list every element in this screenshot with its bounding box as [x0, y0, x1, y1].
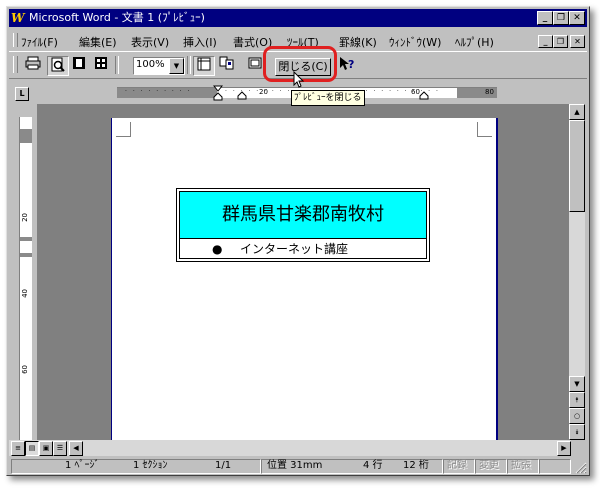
toolbar-separator	[115, 56, 119, 74]
zoom-value: 100%	[136, 59, 165, 70]
scroll-up-button[interactable]: ▲	[569, 104, 585, 120]
resize-grip-icon[interactable]	[573, 460, 587, 474]
vruler-label-40: 40	[21, 289, 29, 298]
menu-table[interactable]: 罫線(K)	[339, 34, 377, 50]
page-corner-mark	[116, 122, 131, 137]
vertical-ruler[interactable]: 20 40 60	[19, 117, 32, 447]
word-window: W Microsoft Word - 文書 1 (ﾌﾟﾚﾋﾞｭｰ) _ ❐ ✕ …	[6, 6, 590, 476]
status-position: 位置 31mm	[267, 460, 323, 471]
document-table[interactable]: 群馬県甘楽郡南牧村 ● インターネット講座	[176, 188, 430, 262]
bullet-icon: ●	[212, 242, 223, 256]
document-page[interactable]: 群馬県甘楽郡南牧村 ● インターネット講座	[111, 118, 498, 440]
toolbar-grip	[13, 56, 18, 73]
scroll-right-button[interactable]: ▶	[557, 441, 571, 456]
table-header-cell: 群馬県甘楽郡南牧村	[180, 192, 426, 239]
menu-file[interactable]: ﾌｧｲﾙ(F)	[21, 34, 58, 50]
close-window-button[interactable]: ✕	[569, 11, 585, 25]
indent-marker-icon[interactable]	[213, 85, 223, 101]
minimize-button[interactable]: _	[537, 11, 553, 25]
doc-minimize-button[interactable]: _	[538, 35, 553, 48]
svg-text:?: ?	[348, 58, 354, 71]
full-screen-icon[interactable]	[245, 56, 265, 74]
shrink-to-fit-icon[interactable]	[217, 56, 237, 74]
magnifier-icon[interactable]	[47, 56, 69, 76]
ruler-ticks: · · · · · · · · ·	[125, 88, 192, 95]
toolbar-separator	[187, 56, 191, 74]
status-page: 1 ﾍﾟｰｼﾞ	[65, 460, 100, 471]
list-item: インターネット講座	[240, 242, 349, 256]
select-browse-object-button[interactable]: ○	[569, 408, 585, 424]
status-ext[interactable]: 拡張	[511, 460, 531, 472]
multiple-pages-icon[interactable]	[91, 56, 111, 74]
print-icon[interactable]	[23, 56, 43, 74]
doc-restore-button[interactable]: ❐	[553, 35, 568, 48]
menu-insert[interactable]: 挿入(I)	[183, 34, 217, 50]
menu-edit[interactable]: 編集(E)	[79, 34, 117, 50]
hanging-indent-marker-icon[interactable]	[237, 91, 247, 100]
window-title: Microsoft Word - 文書 1 (ﾌﾟﾚﾋﾞｭｰ)	[29, 11, 205, 24]
scroll-thumb[interactable]	[569, 120, 585, 212]
doc-close-button[interactable]: ✕	[570, 35, 585, 48]
mouse-cursor-icon	[293, 71, 305, 88]
status-column: 12 桁	[403, 460, 429, 471]
vruler-marker	[20, 237, 32, 241]
table-inner: 群馬県甘楽郡南牧村 ● インターネット講座	[179, 191, 427, 259]
one-page-icon[interactable]	[69, 56, 89, 74]
ruler-label-20: 20	[259, 88, 268, 96]
vruler-label-60: 60	[21, 365, 29, 374]
restore-button[interactable]: ❐	[553, 11, 569, 25]
page-layout-view-icon[interactable]: ▤	[25, 441, 39, 456]
close-preview-tooltip: ﾌﾟﾚﾋﾞｭｰを閉じる	[291, 90, 365, 106]
status-panel-blank	[539, 459, 571, 474]
table-row: ● インターネット講座	[180, 239, 426, 259]
vruler-label-20: 20	[21, 213, 29, 222]
status-line: 4 行	[363, 460, 383, 471]
outline-view-icon[interactable]: ☰	[53, 441, 67, 456]
title-bar[interactable]: W Microsoft Word - 文書 1 (ﾌﾟﾚﾋﾞｭｰ) _ ❐ ✕	[9, 9, 587, 27]
ruler-label-80: 80	[485, 88, 494, 96]
page-corner-mark	[477, 122, 492, 137]
status-trk[interactable]: 変更	[479, 460, 499, 472]
preview-workspace[interactable]: 群馬県甘楽郡南牧村 ● インターネット講座	[37, 104, 569, 440]
menu-grip	[13, 33, 18, 47]
menu-help[interactable]: ﾍﾙﾌﾟ(H)	[455, 34, 494, 50]
normal-view-icon[interactable]: ≡	[11, 441, 25, 456]
word-app-icon[interactable]: W	[11, 11, 25, 25]
status-page-of: 1/1	[215, 460, 232, 471]
next-page-button[interactable]: ⯯	[569, 424, 585, 440]
menu-window[interactable]: ｳｨﾝﾄﾞｳ(W)	[389, 34, 441, 50]
view-ruler-icon[interactable]	[193, 56, 215, 76]
scroll-left-button[interactable]: ◀	[69, 441, 83, 456]
scroll-down-button[interactable]: ▼	[569, 376, 585, 392]
vruler-top-margin	[20, 129, 32, 143]
prev-page-button[interactable]: ⯭	[569, 392, 585, 408]
vertical-scrollbar[interactable]: ▲ ▼ ⯭ ○ ⯯	[569, 104, 585, 440]
status-section: 1 ｾｸｼｮﾝ	[133, 460, 168, 471]
tab-selector-button[interactable]: L	[15, 87, 29, 101]
horizontal-scrollbar[interactable]: ≡ ▤ ▣ ☰ ◀ ▶	[9, 440, 571, 456]
menu-view[interactable]: 表示(V)	[131, 34, 169, 50]
online-view-icon[interactable]: ▣	[39, 441, 53, 456]
vruler-marker	[20, 253, 32, 257]
right-indent-marker-icon[interactable]	[419, 91, 429, 100]
status-bar: 1 ﾍﾟｰｼﾞ 1 ｾｸｼｮﾝ 1/1 位置 31mm 4 行 12 桁 記録 …	[9, 458, 587, 474]
chevron-down-icon[interactable]: ▼	[169, 58, 184, 74]
zoom-select[interactable]: 100% ▼	[133, 57, 185, 75]
context-help-icon[interactable]: ?	[337, 56, 357, 74]
status-rec[interactable]: 記録	[447, 460, 467, 472]
